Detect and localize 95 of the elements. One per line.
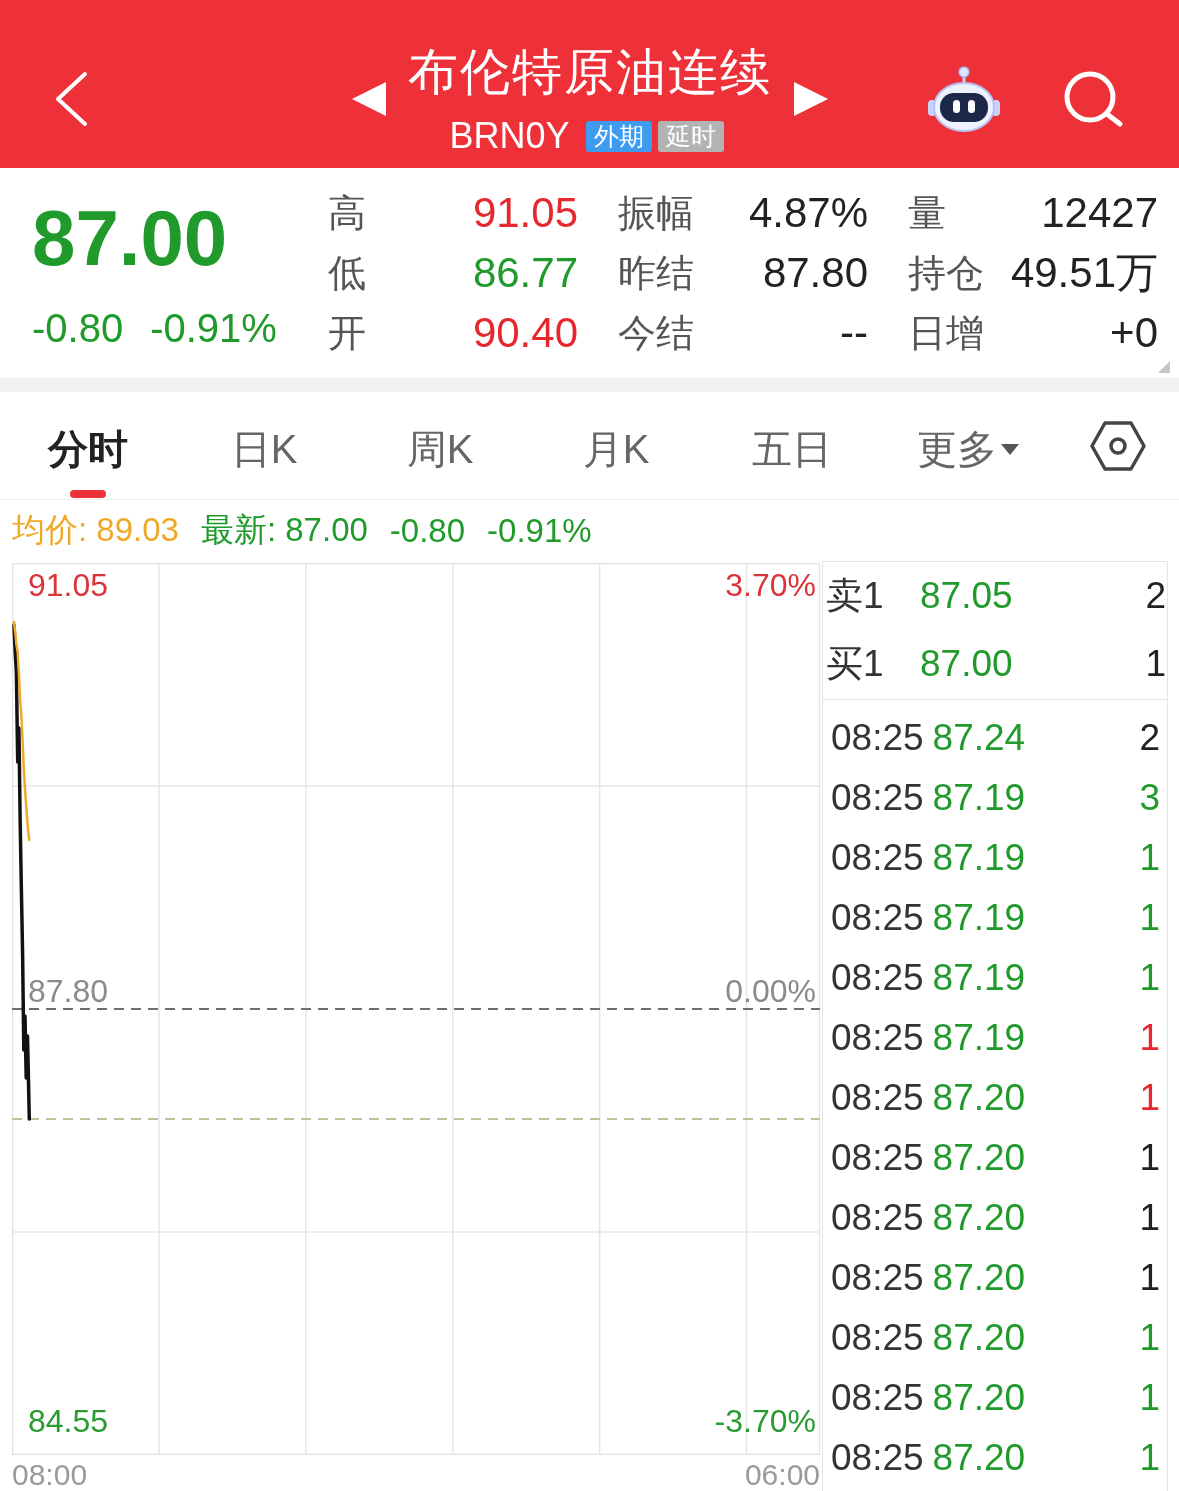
left-triangle-icon[interactable] (351, 82, 386, 116)
settings-icon[interactable] (1089, 420, 1146, 471)
trade-time: 08:25 (831, 1197, 924, 1239)
trade-time: 08:25 (831, 1017, 924, 1059)
trade-volume: 1 (1139, 1077, 1160, 1119)
stat-value: +0 (1110, 309, 1158, 357)
trade-time: 08:25 (831, 1437, 924, 1479)
trade-volume: 1 (1139, 1257, 1160, 1299)
tab[interactable]: 周K (402, 427, 478, 498)
trade-volume: 1 (1139, 1017, 1160, 1059)
trade-time: 08:25 (831, 1317, 924, 1359)
trade-price: 87.20 (932, 1137, 1026, 1179)
instrument-code: BRN0Y (449, 117, 570, 155)
percent-change: -0.91% (150, 308, 277, 348)
trade-time: 08:25 (831, 897, 924, 939)
indicator-text: 均价: 89.03 (12, 510, 179, 550)
trade-volume: 3 (1139, 777, 1160, 819)
stat-label: 昨结 (618, 251, 694, 295)
stat-label: 开 (328, 311, 366, 355)
stat-label: 今结 (618, 311, 694, 355)
trade-price: 87.20 (932, 1257, 1026, 1299)
price-change: -0.80 (32, 308, 124, 348)
order-volume: 1 (1145, 643, 1166, 685)
order-side-label: 卖1 (826, 575, 885, 617)
stat-label: 高 (328, 191, 366, 235)
trade-price: 87.19 (932, 1017, 1026, 1059)
trade-price: 87.19 (932, 897, 1026, 939)
trade-price: 87.19 (932, 777, 1026, 819)
axis-label: 06:00 (744, 1459, 820, 1491)
tab[interactable]: 分时 (44, 427, 132, 498)
trade-volume: 1 (1139, 1437, 1160, 1479)
stat-value: 49.51万 (1010, 249, 1158, 297)
search-icon[interactable] (1063, 70, 1125, 128)
stat-value: 87.80 (762, 249, 868, 297)
trade-price: 87.19 (932, 957, 1026, 999)
trade-volume: 1 (1139, 837, 1160, 879)
trade-volume: 1 (1139, 1317, 1160, 1359)
axis-label: 87.80 (28, 975, 109, 1007)
trade-time: 08:25 (831, 837, 924, 879)
order-price: 87.05 (920, 575, 1013, 617)
indicator-text: -0.80 (389, 511, 466, 550)
indicator-text: 最新: 87.00 (200, 510, 368, 550)
trade-time: 08:25 (831, 1257, 924, 1299)
trade-volume: 1 (1139, 957, 1160, 999)
order-side-label: 买1 (826, 643, 885, 685)
trade-time: 08:25 (831, 1377, 924, 1419)
trade-time: 08:25 (831, 717, 924, 759)
info-tag: 延时 (657, 120, 724, 152)
menu-tab[interactable]: 更多 (913, 427, 1023, 498)
stat-value: -- (840, 309, 868, 357)
tab[interactable]: 日K (226, 427, 302, 498)
trade-price: 87.20 (932, 1077, 1026, 1119)
indicator-text: -0.91% (487, 511, 592, 550)
trade-price: 87.20 (932, 1197, 1026, 1239)
info-tag: 外期 (585, 120, 652, 152)
stat-value: 12427 (1041, 189, 1158, 237)
axis-label: 08:00 (12, 1459, 88, 1491)
trade-price: 87.24 (932, 717, 1026, 759)
axis-label: 3.70% (725, 569, 816, 601)
stat-value: 86.77 (472, 249, 578, 297)
axis-label: 84.55 (28, 1405, 109, 1437)
axis-label: 91.05 (28, 569, 109, 601)
stat-label: 日增 (908, 311, 984, 355)
order-price: 87.00 (920, 643, 1013, 685)
trade-volume: 2 (1139, 717, 1160, 759)
trade-price: 87.20 (932, 1317, 1026, 1359)
stat-label: 低 (328, 251, 366, 295)
trade-time: 08:25 (831, 1077, 924, 1119)
last-price: 87.00 (32, 193, 229, 283)
stat-label: 量 (908, 191, 946, 235)
trade-time: 08:25 (831, 777, 924, 819)
stat-label: 振幅 (618, 191, 694, 235)
tab[interactable]: 五日 (748, 427, 836, 498)
instrument-title: 布伦特原油连续 (407, 44, 772, 100)
stat-label: 持仓 (908, 251, 984, 295)
trade-volume: 1 (1139, 1197, 1160, 1239)
tab[interactable]: 月K (578, 427, 654, 498)
robot-icon[interactable] (927, 66, 1001, 132)
trade-volume: 1 (1139, 897, 1160, 939)
axis-label: 0.00% (725, 975, 816, 1007)
stat-value: 91.05 (472, 189, 578, 237)
stat-value: 4.87% (748, 189, 868, 237)
trade-time: 08:25 (831, 957, 924, 999)
axis-label: -3.70% (714, 1405, 816, 1437)
stat-value: 90.40 (472, 309, 578, 357)
trade-volume: 1 (1139, 1137, 1160, 1179)
order-volume: 2 (1145, 575, 1166, 617)
caret-icon (1001, 443, 1019, 455)
trade-time: 08:25 (831, 1137, 924, 1179)
trade-volume: 1 (1139, 1377, 1160, 1419)
trade-price: 87.20 (932, 1377, 1026, 1419)
right-triangle-icon[interactable] (793, 82, 828, 116)
back-icon[interactable] (54, 71, 88, 127)
trade-price: 87.20 (932, 1437, 1026, 1479)
trade-price: 87.19 (932, 837, 1026, 879)
